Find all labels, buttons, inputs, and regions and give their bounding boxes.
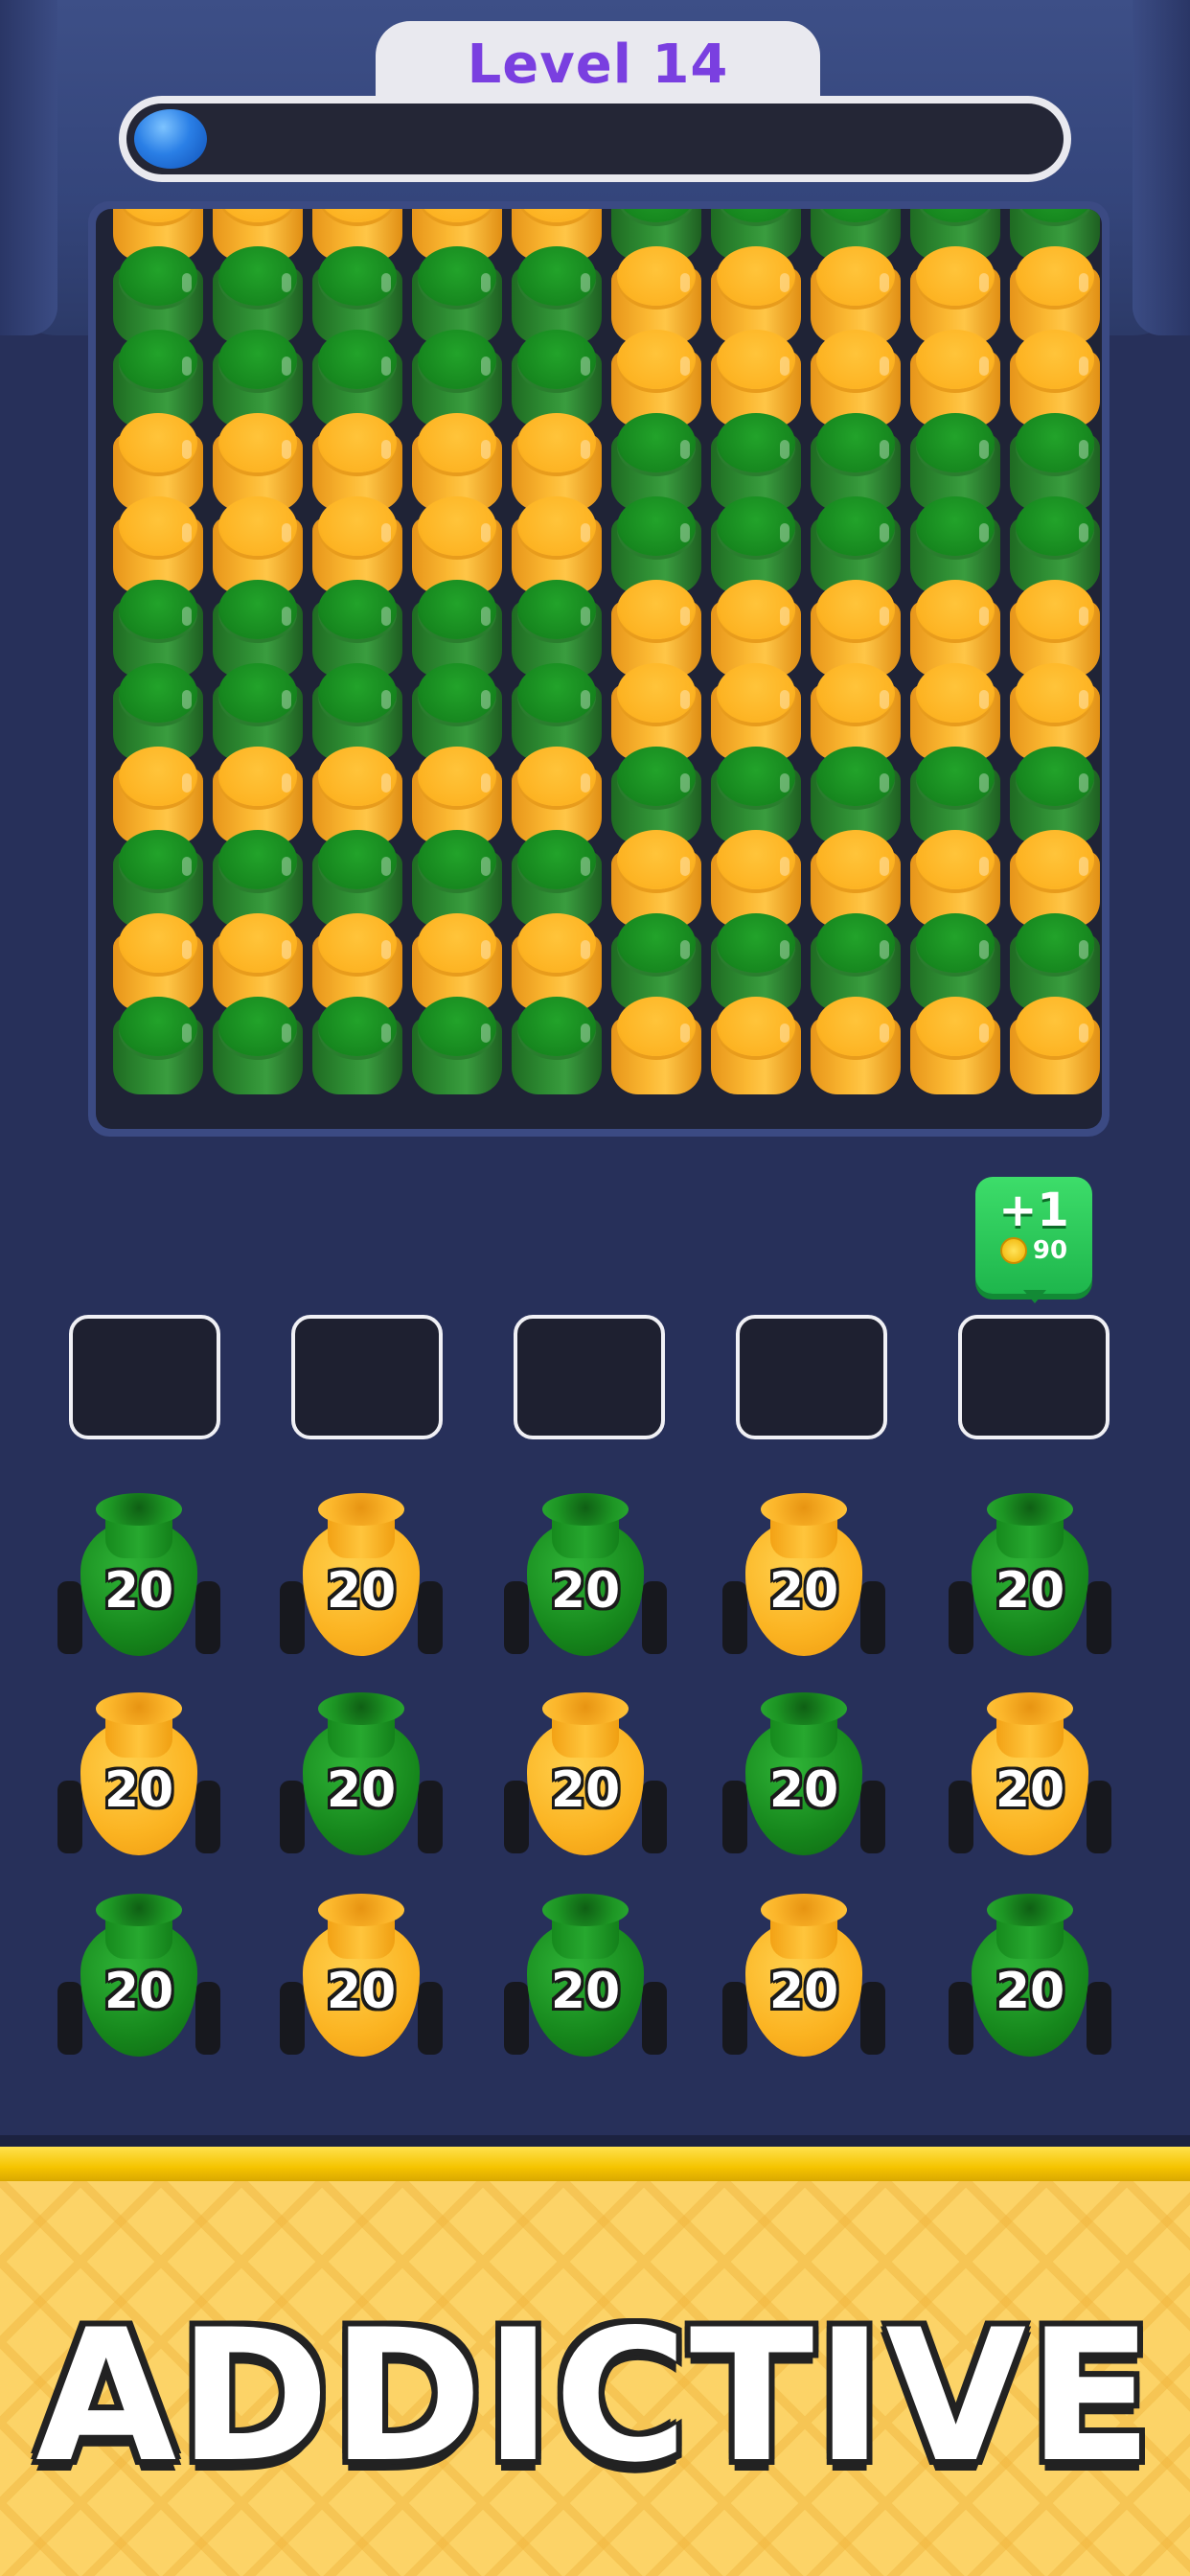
yellow-shooter[interactable]: 20 [280,1487,443,1669]
green-cylinder [310,993,404,1098]
shooter-ammo-count: 20 [768,1963,839,2020]
yellow-cylinder [609,993,703,1098]
shooter-ammo-count: 20 [768,1761,839,1819]
yellow-shooter[interactable]: 20 [722,1888,885,2070]
yellow-shooter[interactable]: 20 [504,1687,667,1869]
extra-slot-label: +1 [998,1184,1069,1237]
yellow-shooter[interactable]: 20 [949,1687,1111,1869]
shooter-ammo-count: 20 [326,1963,397,2020]
board-grid [96,209,1102,1129]
shooter-ammo-count: 20 [550,1963,621,2020]
holding-slot [514,1315,665,1439]
shooter-ammo-count: 20 [103,1562,174,1620]
extra-slot-button[interactable]: +1 90 [975,1177,1092,1303]
shooter-ammo-count: 20 [995,1963,1065,2020]
extra-slot-cost-value: 90 [1032,1236,1068,1265]
green-cylinder [410,993,504,1098]
shooter-ammo-count: 20 [326,1761,397,1819]
promo-banner-text: ADDICTIVE [35,2290,1155,2502]
game-board [88,201,1110,1137]
shooter-ammo-count: 20 [103,1761,174,1819]
yellow-cylinder [809,993,903,1098]
banner-divider [0,2135,1190,2147]
level-progress-bar [119,96,1071,182]
holding-slot [736,1315,887,1439]
shooter-ammo-count: 20 [326,1562,397,1620]
yellow-shooter[interactable]: 20 [722,1487,885,1669]
yellow-cylinder [908,993,1002,1098]
green-shooter[interactable]: 20 [504,1888,667,2070]
extra-slot-cost: 90 [975,1236,1092,1265]
progress-track [126,104,1064,174]
shooter-ammo-count: 20 [550,1761,621,1819]
yellow-shooter[interactable]: 20 [280,1888,443,2070]
green-shooter[interactable]: 20 [57,1487,220,1669]
green-cylinder [111,993,205,1098]
holding-slot [69,1315,220,1439]
shooter-ammo-count: 20 [995,1761,1065,1819]
green-shooter[interactable]: 20 [280,1687,443,1869]
yellow-shooter[interactable]: 20 [57,1687,220,1869]
shooter-ammo-count: 20 [995,1562,1065,1620]
yellow-cylinder [1008,993,1102,1098]
shooter-ammo-count: 20 [768,1562,839,1620]
green-shooter[interactable]: 20 [57,1888,220,2070]
shooter-ammo-count: 20 [550,1562,621,1620]
progress-ball-icon [134,109,207,169]
green-cylinder [211,993,305,1098]
holding-slot [291,1315,443,1439]
shooter-ammo-count: 20 [103,1963,174,2020]
level-title: Level 14 [376,21,820,107]
green-shooter[interactable]: 20 [722,1687,885,1869]
banner-stripe [0,2147,1190,2181]
green-shooter[interactable]: 20 [949,1888,1111,2070]
green-cylinder [510,993,604,1098]
coin-icon [999,1237,1027,1264]
yellow-cylinder [709,993,803,1098]
holding-slot [958,1315,1110,1439]
green-shooter[interactable]: 20 [949,1487,1111,1669]
green-shooter[interactable]: 20 [504,1487,667,1669]
